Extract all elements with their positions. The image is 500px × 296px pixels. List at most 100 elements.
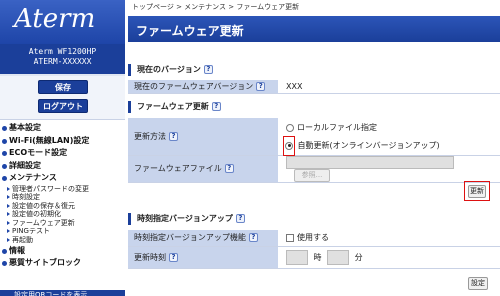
help-icon[interactable]: ? (203, 65, 213, 74)
model-name: Aterm WF1200HP (28, 47, 97, 56)
submenu-item-label: PINGテスト (12, 227, 50, 236)
sidebar-button-panel: 保存 ログアウト (0, 76, 125, 120)
arrow-icon (7, 238, 10, 243)
table-row: ファームウェアファイル? 参照... (128, 155, 500, 183)
qr-code-button[interactable]: 設定用QRコードを表示 (0, 290, 125, 296)
submenu-item-backup-restore[interactable]: 設定値の保存＆復元 (0, 202, 125, 211)
bullet-icon (2, 126, 7, 131)
table-row: 現在のファームウェアバージョン? XXX (128, 80, 500, 94)
menu-item-maintenance[interactable]: メンテナンス (0, 172, 125, 185)
menu-item-label: 基本設定 (9, 123, 41, 132)
section-title: 現在のバージョン (137, 65, 201, 74)
menu-item-label: 悪質サイトブロック (9, 258, 81, 268)
field-label-text: ファームウェアファイル (134, 164, 222, 173)
option-local-file[interactable]: ローカルファイル指定 (286, 120, 500, 136)
field-label-text: 更新時刻 (134, 252, 166, 262)
breadcrumb: トップページ > メンテナンス > ファームウェア更新 (132, 3, 300, 11)
update-method-options: ローカルファイル指定 自動更新(オンラインバージョンアップ) (278, 118, 500, 157)
hour-unit: 時 (313, 252, 322, 262)
bullet-icon (2, 261, 7, 267)
bullet-icon (2, 151, 7, 156)
menu-item-label: メンテナンス (9, 173, 57, 182)
section-title: ファームウェア更新 (137, 102, 209, 111)
bullet-icon (2, 248, 7, 254)
menu-item-info[interactable]: 情報 (0, 245, 125, 258)
help-icon[interactable]: ? (169, 131, 178, 141)
menu-item-eco-mode[interactable]: ECOモード設定 (0, 147, 125, 160)
firmware-file-input[interactable] (286, 155, 454, 169)
arrow-icon (7, 203, 10, 208)
update-button[interactable]: 更新 (468, 185, 486, 198)
device-info: Aterm WF1200HP ATERM-XXXXXX (0, 44, 125, 74)
use-scheduled-checkbox[interactable] (286, 233, 294, 242)
bullet-icon (2, 176, 7, 181)
save-button[interactable]: 保存 (38, 80, 88, 94)
menu-item-basic-settings[interactable]: 基本設定 (0, 122, 125, 135)
menu-item-label: 情報 (9, 245, 25, 255)
submenu-item-label: 設定値の保存＆復元 (12, 201, 75, 210)
browse-button[interactable]: 参照... (294, 168, 330, 182)
arrow-icon (7, 186, 10, 191)
logout-button[interactable]: ログアウト (38, 99, 88, 113)
menu-item-wifi-settings[interactable]: Wi-Fi(無線LAN)設定 (0, 135, 125, 148)
main-content: トップページ > メンテナンス > ファームウェア更新 ファームウェア更新 現在… (128, 0, 500, 296)
submenu-item-admin-password[interactable]: 管理者パスワードの変更 (0, 185, 125, 194)
help-icon[interactable]: ? (256, 81, 266, 91)
submenu-item-label: 設定値の初期化 (12, 210, 61, 219)
submenu-item-factory-reset[interactable]: 設定値の初期化 (0, 210, 125, 219)
arrow-icon (7, 195, 10, 200)
table-row: 時刻指定バージョンアップ機能? 使用する (128, 230, 500, 247)
scheduled-feature-cell: 使用する (278, 230, 500, 247)
menu-item-label: 詳細設定 (9, 160, 41, 170)
minute-unit: 分 (354, 252, 363, 262)
logo-area: Aterm (0, 0, 125, 44)
section-scheduled-update: 時刻指定バージョンアップ? (128, 213, 500, 225)
submenu-item-firmware-update[interactable]: ファームウェア更新 (0, 219, 125, 228)
help-icon[interactable]: ? (224, 164, 234, 173)
option-auto-update[interactable]: 自動更新(オンラインバージョンアップ) (283, 136, 500, 157)
field-label: 更新方法? (128, 118, 278, 156)
page: Aterm Aterm WF1200HP ATERM-XXXXXX 保存 ログア… (0, 0, 500, 296)
submenu-item-label: 管理者パスワードの変更 (12, 184, 89, 193)
sidebar-menu: 基本設定 Wi-Fi(無線LAN)設定 ECOモード設定 詳細設定 メンテナンス… (0, 122, 125, 270)
current-version-table: 現在のファームウェアバージョン? XXX (128, 80, 500, 94)
section-current-version: 現在のバージョン? (128, 64, 500, 76)
menu-item-advanced-settings[interactable]: 詳細設定 (0, 160, 125, 173)
menu-item-label: ECOモード設定 (9, 148, 68, 157)
submenu-item-ping-test[interactable]: PINGテスト (0, 227, 125, 236)
minute-input[interactable] (327, 249, 350, 265)
submenu-item-time-settings[interactable]: 時刻設定 (0, 193, 125, 202)
submenu-item-label: 再起動 (12, 236, 33, 245)
help-icon[interactable]: ? (211, 102, 221, 111)
bullet-icon (2, 163, 7, 169)
help-icon[interactable]: ? (248, 233, 258, 243)
field-label: 時刻指定バージョンアップ機能? (128, 230, 278, 247)
help-icon[interactable]: ? (169, 252, 178, 262)
title-bar: ファームウェア更新 (128, 16, 500, 42)
table-row: 更新時刻? 時 分 (128, 246, 500, 269)
field-label: 更新時刻? (128, 246, 278, 269)
table-row: 更新方法? ローカルファイル指定 自動更新(オンラインバージョンアップ) (128, 118, 500, 157)
firmware-version-value: XXX (278, 80, 500, 94)
field-label-text: 時刻指定バージョンアップ機能 (134, 233, 246, 243)
submenu-item-label: 時刻設定 (12, 193, 40, 202)
hour-input[interactable] (286, 249, 308, 265)
radio-local-file[interactable] (286, 123, 294, 132)
help-icon[interactable]: ? (235, 214, 245, 223)
field-label-text: 更新方法 (134, 131, 166, 141)
submenu-item-label: ファームウェア更新 (12, 218, 75, 227)
radio-auto-update[interactable] (285, 141, 293, 150)
update-time-cell: 時 分 (278, 246, 500, 269)
apply-button[interactable]: 設定 (468, 277, 488, 290)
firmware-file-cell: 参照... (278, 155, 500, 183)
arrow-icon (7, 220, 10, 225)
section-title: 時刻指定バージョンアップ (137, 214, 233, 223)
radio-label: 自動更新(オンラインバージョンアップ) (297, 141, 440, 151)
submenu-item-reboot[interactable]: 再起動 (0, 236, 125, 245)
scheduled-update-table: 時刻指定バージョンアップ機能? 使用する 更新時刻? 時 分 (128, 230, 500, 269)
bullet-icon (2, 138, 7, 144)
page-title: ファームウェア更新 (136, 24, 244, 38)
menu-item-malicious-site-block[interactable]: 悪質サイトブロック (0, 257, 125, 270)
field-label: ファームウェアファイル? (128, 155, 278, 183)
menu-item-label: Wi-Fi(無線LAN)設定 (9, 135, 90, 145)
